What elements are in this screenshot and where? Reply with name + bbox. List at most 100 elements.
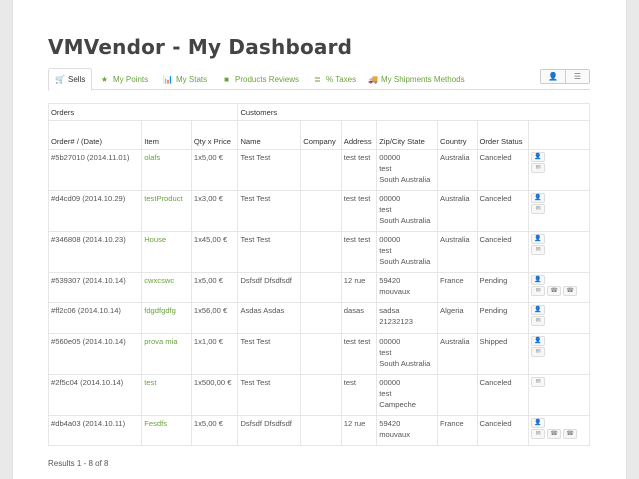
mail-icon[interactable]: ✉ — [531, 204, 546, 214]
user-icon[interactable]: 👤 — [541, 70, 565, 83]
cell-address: test test — [340, 149, 378, 191]
cell-country: Australia — [437, 231, 478, 273]
mail-icon[interactable]: ✉ — [531, 377, 546, 387]
tab-my-points[interactable]: ★ My Points — [100, 68, 148, 90]
cell-order-status: Pending — [476, 302, 530, 334]
user-icon[interactable]: 👤 — [531, 234, 546, 244]
cell-name: Test Test — [237, 149, 302, 191]
user-icon[interactable]: 👤 — [531, 193, 546, 203]
col-company: Company — [300, 120, 342, 150]
cell-country: France — [437, 415, 478, 446]
column-header-row: Order# / (Date) Item Qty x Price Name Co… — [47, 120, 590, 150]
cell-order: #346808 (2014.10.23) — [47, 231, 143, 273]
cell-zip-city-state: sadsa 21232123 — [376, 302, 438, 334]
group-orders: Orders — [47, 103, 239, 121]
mail-icon[interactable]: ✉ — [531, 163, 546, 173]
cell-qty-price: 1x3,00 € — [190, 190, 239, 232]
cell-item[interactable]: olafs — [141, 149, 192, 191]
user-icon[interactable]: 👤 — [531, 418, 546, 428]
list-icon: ≣ — [314, 74, 321, 84]
cell-qty-price: 1x5,00 € — [190, 415, 239, 446]
cell-address: test test — [340, 190, 378, 232]
col-item: Item — [141, 120, 192, 150]
user-icon[interactable]: 👤 — [531, 336, 546, 346]
table-row: #ff2c06 (2014.10.14) fdgdfgdfg 1x56,00 € As… — [47, 302, 590, 334]
cell-actions: 👤 ✉ ☎ ☎ — [528, 272, 590, 303]
col-name: Name — [237, 120, 302, 150]
cell-item[interactable]: House — [141, 231, 192, 273]
phone-icon[interactable]: ☎ — [547, 286, 562, 296]
cell-actions: 👤 ✉ — [528, 302, 590, 334]
cell-state: Campeche — [379, 400, 416, 409]
user-icon[interactable]: 👤 — [531, 275, 546, 285]
user-icon[interactable]: 👤 — [531, 305, 546, 315]
cell-order-status: Pending — [476, 272, 530, 303]
cell-item[interactable]: prova mia — [141, 333, 192, 375]
cell-item[interactable]: Fesdfs — [141, 415, 192, 446]
cell-qty-price: 1x45,00 € — [190, 231, 239, 273]
list-icon[interactable]: ☰ — [565, 70, 589, 83]
tab-my-stats[interactable]: 📊 My Stats — [163, 68, 207, 90]
results-count: Results 1 - 8 of 8 — [48, 459, 109, 468]
cell-item[interactable]: cwxcswc — [141, 272, 192, 303]
cell-item[interactable]: fdgdfgdfg — [141, 302, 192, 334]
cell-company — [300, 190, 342, 232]
cell-order-status: Canceled — [476, 231, 530, 273]
cell-zip: 59420 — [379, 276, 401, 285]
mail-icon[interactable]: ✉ — [531, 347, 546, 357]
cell-company — [300, 374, 342, 416]
cell-order: #2f5c04 (2014.10.14) — [47, 374, 143, 416]
cell-country: France — [437, 272, 478, 303]
mail-icon[interactable]: ✉ — [531, 245, 546, 255]
phone-icon[interactable]: ☎ — [547, 429, 562, 439]
comment-icon: ■ — [224, 74, 229, 84]
cell-name: Dsfsdf Dfsdfsdf — [237, 415, 302, 446]
cell-item[interactable]: test — [141, 374, 192, 416]
cell-actions: 👤 ✉ — [528, 333, 590, 375]
cart-icon: 🛒 — [55, 75, 65, 84]
cell-zip-city-state: 00000 test Campeche — [376, 374, 438, 416]
cell-order: #5b27010 (2014.11.01) — [47, 149, 143, 191]
cell-address: dasas — [340, 302, 378, 334]
cell-qty-price: 1x5,00 € — [190, 272, 239, 303]
cell-address: test — [340, 374, 378, 416]
cell-city: test — [379, 246, 392, 255]
cell-city: mouvaux — [379, 430, 411, 439]
cell-qty-price: 1x500,00 € — [190, 374, 239, 416]
cell-order: #ff2c06 (2014.10.14) — [47, 302, 143, 334]
phone-icon[interactable]: ☎ — [563, 286, 578, 296]
cell-zip-city-state: 00000 test South Australia — [376, 149, 438, 191]
table-row: #2f5c04 (2014.10.14) test 1x500,00 € Test T… — [47, 374, 590, 416]
cell-zip: 00000 — [379, 235, 401, 244]
col-address: Address — [340, 120, 378, 150]
mail-icon[interactable]: ✉ — [531, 286, 546, 296]
cell-country — [437, 374, 478, 416]
user-icon[interactable]: 👤 — [531, 152, 546, 162]
cell-country: Australia — [437, 190, 478, 232]
tab-my-shipments-methods[interactable]: 🚚 My Shipments Methods — [368, 68, 465, 90]
col-order-status: Order Status — [476, 120, 530, 150]
cell-qty-price: 1x56,00 € — [190, 302, 239, 334]
tab-taxes[interactable]: ≣ % Taxes — [313, 68, 356, 90]
tab-label: My Shipments Methods — [381, 74, 465, 84]
tab-sells[interactable]: 🛒 Sells — [48, 68, 93, 91]
cell-order-status: Canceled — [476, 190, 530, 232]
view-toggle-group: 👤 ☰ — [540, 69, 590, 84]
cell-name: Test Test — [237, 190, 302, 232]
cell-qty-price: 1x1,00 € — [190, 333, 239, 375]
phone-icon[interactable]: ☎ — [563, 429, 578, 439]
cell-item[interactable]: testProduct — [141, 190, 192, 232]
cell-zip: 00000 — [379, 378, 401, 387]
cell-order: #560e05 (2014.10.14) — [47, 333, 143, 375]
tab-label: My Stats — [176, 74, 208, 84]
cell-zip: sadsa — [379, 306, 400, 315]
cell-name: Test Test — [237, 374, 302, 416]
tab-products-reviews[interactable]: ■ Products Reviews — [222, 68, 299, 90]
cell-state: South Australia — [379, 359, 431, 368]
orders-table-body: #5b27010 (2014.11.01) olafs 1x5,00 € Test T… — [47, 149, 590, 446]
mail-icon[interactable]: ✉ — [531, 316, 546, 326]
cell-city: test — [379, 205, 392, 214]
table-row: #346808 (2014.10.23) House 1x45,00 € Test T… — [47, 231, 590, 273]
cell-company — [300, 415, 342, 446]
mail-icon[interactable]: ✉ — [531, 429, 546, 439]
